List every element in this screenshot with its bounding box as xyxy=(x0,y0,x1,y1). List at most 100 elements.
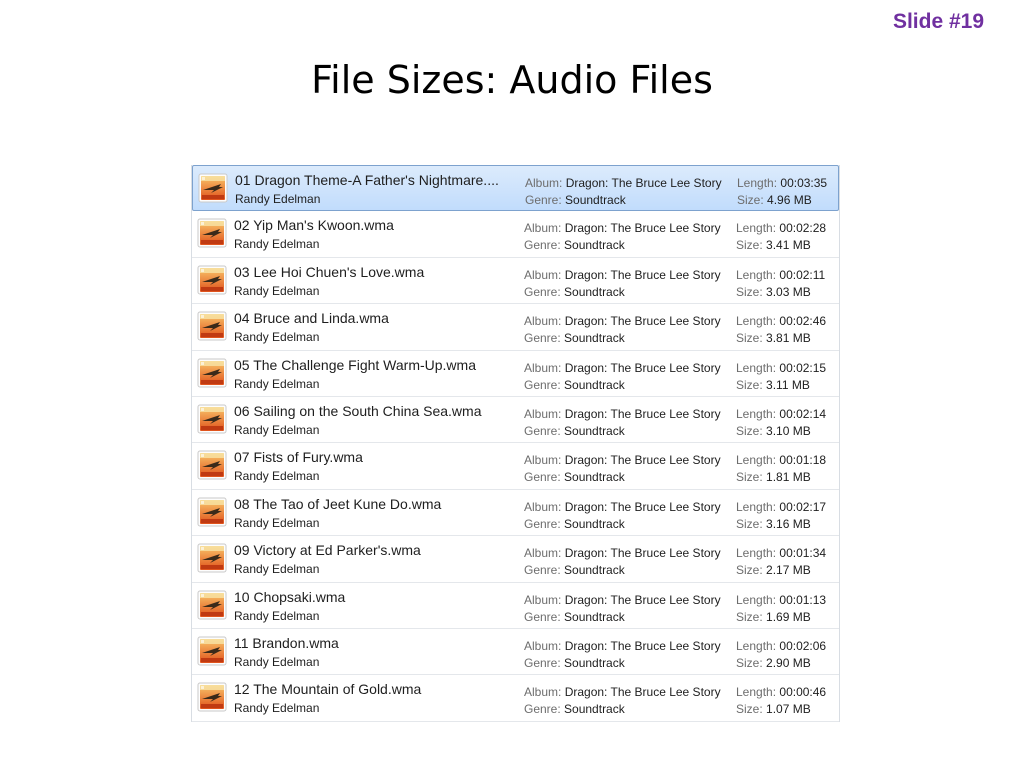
length-label: Length: xyxy=(736,592,777,607)
album-label: Album: xyxy=(524,360,562,375)
genre-field: Genre: Soundtrack xyxy=(524,238,625,252)
media-file-icon xyxy=(197,218,227,248)
file-row-3[interactable]: 03 Lee Hoi Chuen's Love.wma Randy Edelma… xyxy=(192,257,839,305)
genre-value: Soundtrack xyxy=(564,238,625,253)
size-label: Size: xyxy=(736,563,763,578)
size-field: Size: 3.16 MB xyxy=(736,517,811,531)
album-field: Album: Dragon: The Bruce Lee Story xyxy=(524,453,721,467)
file-list: 01 Dragon Theme-A Father's Nightmare....… xyxy=(191,165,840,722)
size-label: Size: xyxy=(737,193,764,207)
file-row-10[interactable]: 10 Chopsaki.wma Randy Edelman Album: Dra… xyxy=(192,582,839,629)
length-label: Length: xyxy=(736,638,777,653)
album-value: Dragon: The Bruce Lee Story xyxy=(564,499,721,514)
length-label: Length: xyxy=(736,267,777,282)
album-value: Dragon: The Bruce Lee Story xyxy=(564,453,721,468)
media-file-icon xyxy=(197,636,227,666)
file-row-5[interactable]: 05 The Challenge Fight Warm-Up.wma Randy… xyxy=(192,350,839,397)
length-value: 00:02:11 xyxy=(779,267,826,282)
file-name: 04 Bruce and Linda.wma xyxy=(234,310,389,327)
genre-field: Genre: Soundtrack xyxy=(524,470,625,484)
genre-field: Genre: Soundtrack xyxy=(524,656,625,670)
length-value: 00:02:15 xyxy=(779,360,827,375)
length-field: Length: 00:01:34 xyxy=(736,546,826,560)
length-field: Length: 00:00:46 xyxy=(736,685,826,699)
file-row-1[interactable]: 01 Dragon Theme-A Father's Nightmare....… xyxy=(192,165,839,212)
file-artist: Randy Edelman xyxy=(234,654,320,669)
genre-field: Genre: Soundtrack xyxy=(524,702,625,716)
size-value: 1.81 MB xyxy=(766,470,811,485)
file-artist: Randy Edelman xyxy=(234,422,320,437)
file-row-6[interactable]: 06 Sailing on the South China Sea.wma Ra… xyxy=(192,396,839,444)
media-file-icon xyxy=(197,450,227,480)
file-row-7[interactable]: 07 Fists of Fury.wma Randy Edelman Album… xyxy=(192,443,839,490)
file-name: 02 Yip Man's Kwoon.wma xyxy=(234,217,394,234)
size-field: Size: 2.90 MB xyxy=(736,656,811,670)
size-label: Size: xyxy=(736,655,763,670)
file-name: 08 The Tao of Jeet Kune Do.wma xyxy=(234,495,442,512)
size-value: 3.10 MB xyxy=(766,423,811,438)
length-value: 00:02:06 xyxy=(779,638,827,653)
media-file-icon xyxy=(197,311,227,341)
size-value: 1.69 MB xyxy=(766,609,811,624)
album-field: Album: Dragon: The Bruce Lee Story xyxy=(524,221,721,235)
size-field: Size: 3.10 MB xyxy=(736,424,811,438)
file-artist: Randy Edelman xyxy=(234,701,320,716)
size-field: Size: 4.96 MB xyxy=(737,193,812,207)
file-row-8[interactable]: 08 The Tao of Jeet Kune Do.wma Randy Ede… xyxy=(192,489,839,537)
size-value: 1.07 MB xyxy=(766,702,811,717)
size-label: Size: xyxy=(736,238,763,253)
album-field: Album: Dragon: The Bruce Lee Story xyxy=(524,361,721,375)
genre-field: Genre: Soundtrack xyxy=(524,517,625,531)
length-value: 00:02:14 xyxy=(779,406,827,421)
genre-label: Genre: xyxy=(524,423,561,438)
album-label: Album: xyxy=(524,267,562,282)
album-label: Album: xyxy=(524,592,562,607)
media-file-icon xyxy=(197,358,227,388)
genre-value: Soundtrack xyxy=(564,331,625,346)
genre-label: Genre: xyxy=(525,193,562,207)
file-name: 07 Fists of Fury.wma xyxy=(234,449,363,466)
file-row-4[interactable]: 04 Bruce and Linda.wma Randy Edelman Alb… xyxy=(192,304,839,351)
size-value: 3.11 MB xyxy=(766,377,810,392)
length-value: 00:01:13 xyxy=(779,592,827,607)
file-row-12[interactable]: 12 The Mountain of Gold.wma Randy Edelma… xyxy=(192,675,839,722)
album-value: Dragon: The Bruce Lee Story xyxy=(564,638,721,653)
file-row-11[interactable]: 11 Brandon.wma Randy Edelman Album: Drag… xyxy=(192,628,839,676)
album-value: Dragon: The Bruce Lee Story xyxy=(564,221,721,236)
album-field: Album: Dragon: The Bruce Lee Story xyxy=(525,176,722,190)
genre-field: Genre: Soundtrack xyxy=(525,193,626,207)
file-name: 12 The Mountain of Gold.wma xyxy=(234,681,422,698)
genre-value: Soundtrack xyxy=(564,423,625,438)
media-file-icon xyxy=(197,497,227,527)
file-name: 11 Brandon.wma xyxy=(234,634,339,651)
album-field: Album: Dragon: The Bruce Lee Story xyxy=(524,407,721,421)
page-title: File Sizes: Audio Files xyxy=(311,58,713,102)
album-value: Dragon: The Bruce Lee Story xyxy=(564,314,721,329)
genre-value: Soundtrack xyxy=(564,516,625,531)
genre-field: Genre: Soundtrack xyxy=(524,285,625,299)
length-label: Length: xyxy=(736,685,777,700)
file-row-2[interactable]: 02 Yip Man's Kwoon.wma Randy Edelman Alb… xyxy=(192,211,839,258)
file-name: 06 Sailing on the South China Sea.wma xyxy=(234,402,482,419)
size-value: 3.41 MB xyxy=(766,238,811,253)
length-label: Length: xyxy=(736,546,777,561)
length-value: 00:02:28 xyxy=(779,221,827,236)
genre-value: Soundtrack xyxy=(564,377,625,392)
album-value: Dragon: The Bruce Lee Story xyxy=(564,592,721,607)
file-artist: Randy Edelman xyxy=(234,376,320,391)
genre-label: Genre: xyxy=(524,331,561,346)
genre-field: Genre: Soundtrack xyxy=(524,424,625,438)
genre-label: Genre: xyxy=(524,563,561,578)
file-artist: Randy Edelman xyxy=(234,608,320,623)
album-value: Dragon: The Bruce Lee Story xyxy=(564,685,721,700)
length-label: Length: xyxy=(736,406,777,421)
file-artist: Randy Edelman xyxy=(234,283,320,298)
album-field: Album: Dragon: The Bruce Lee Story xyxy=(524,500,721,514)
media-file-icon xyxy=(197,404,227,434)
genre-label: Genre: xyxy=(524,284,561,299)
album-value: Dragon: The Bruce Lee Story xyxy=(564,406,721,421)
album-label: Album: xyxy=(524,453,562,468)
genre-field: Genre: Soundtrack xyxy=(524,563,625,577)
file-row-9[interactable]: 09 Victory at Ed Parker's.wma Randy Edel… xyxy=(192,536,839,583)
file-artist: Randy Edelman xyxy=(234,515,320,530)
